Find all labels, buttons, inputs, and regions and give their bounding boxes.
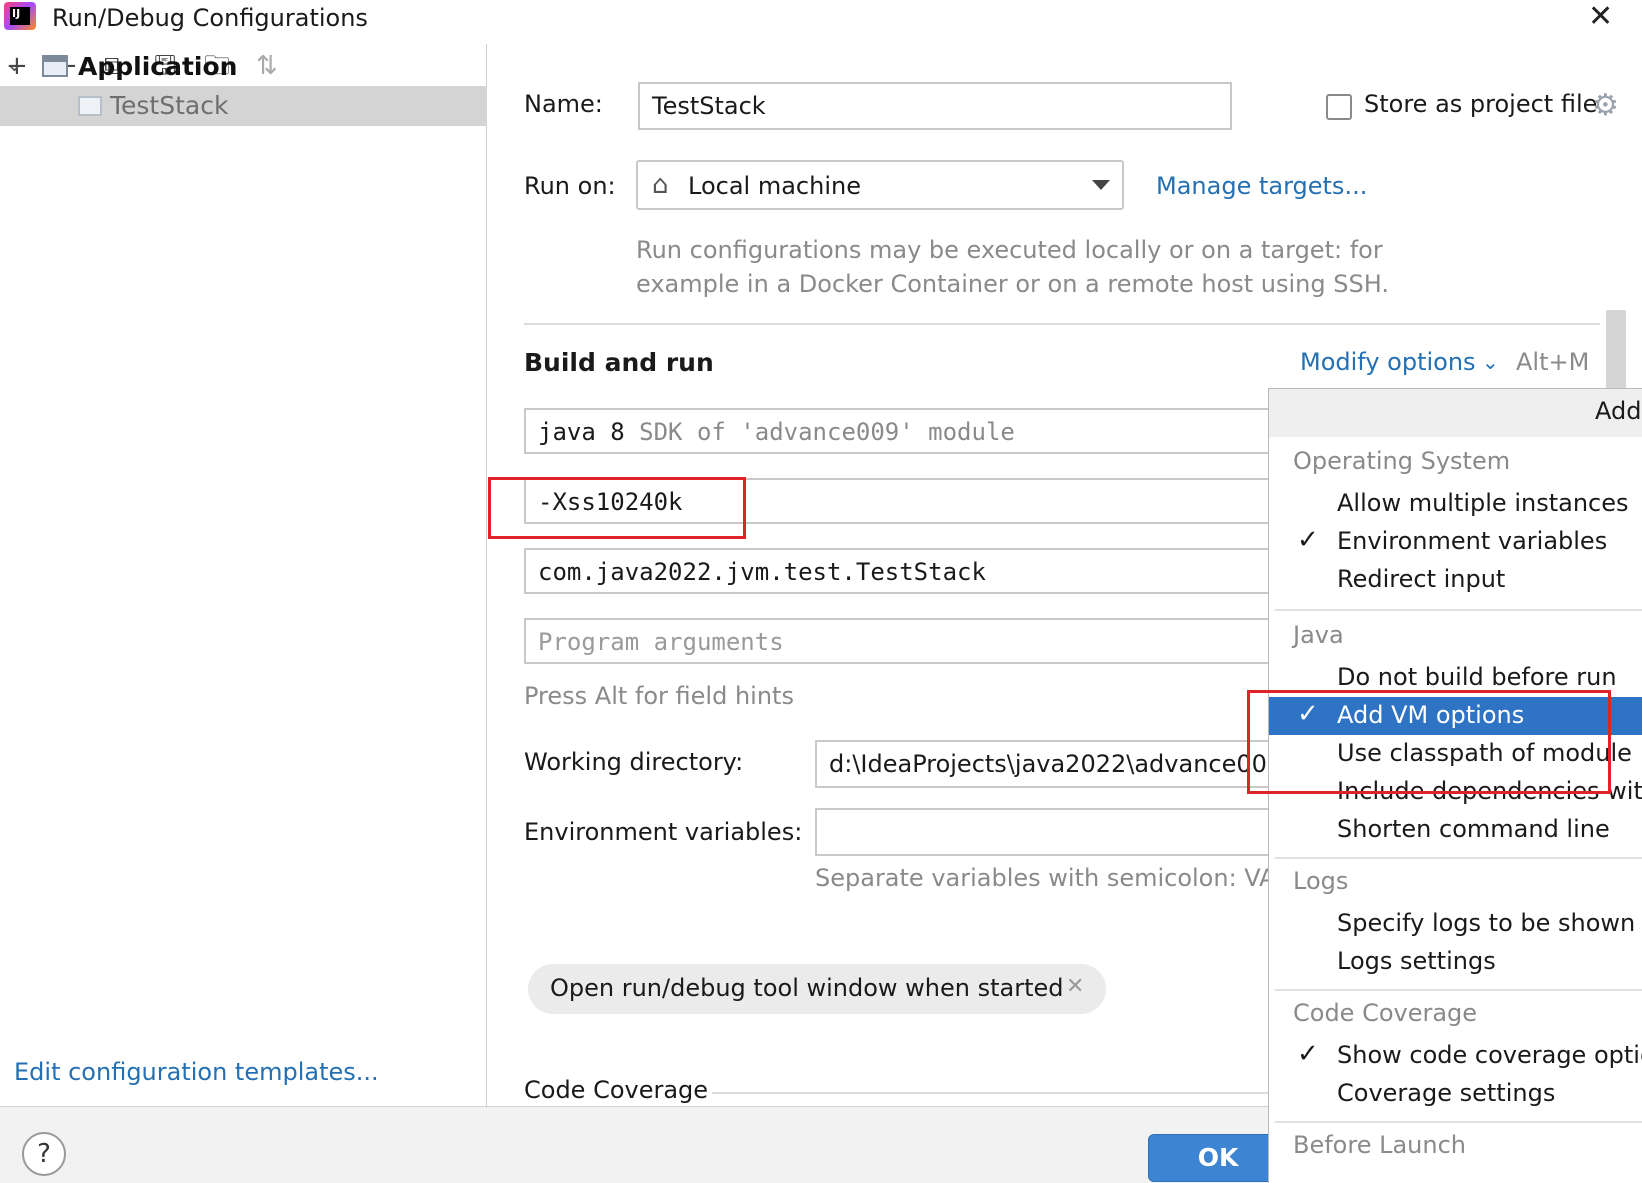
check-icon: ✓: [1297, 1039, 1319, 1069]
gear-icon[interactable]: ⚙: [1592, 88, 1619, 123]
menu-item-environment-variables[interactable]: ✓ Environment variables: [1269, 523, 1642, 561]
menu-separator: [1275, 1121, 1642, 1123]
help-button[interactable]: ?: [22, 1132, 66, 1176]
working-directory-label: Working directory:: [524, 748, 744, 776]
menu-item-label: Do not build before run: [1337, 663, 1617, 691]
menu-item-label: Coverage settings: [1337, 1079, 1556, 1107]
intellij-logo-icon: IJ: [4, 2, 36, 30]
store-project-label[interactable]: Store as project file: [1364, 90, 1597, 118]
menu-item-show-coverage-options[interactable]: ✓ Show code coverage optio: [1269, 1037, 1642, 1075]
section-divider: [524, 323, 1600, 325]
manage-targets-link[interactable]: Manage targets...: [1156, 172, 1367, 200]
menu-item-logs-settings[interactable]: Logs settings: [1269, 943, 1642, 981]
menu-item-label: Specify logs to be shown ir: [1337, 909, 1642, 937]
section-divider: [712, 1092, 1272, 1094]
application-icon: [78, 96, 102, 116]
add-vm-options-annotation-box: [1247, 690, 1611, 794]
scrollbar-thumb[interactable]: [1606, 310, 1626, 390]
code-coverage-heading: Code Coverage: [524, 1076, 709, 1104]
sort-icon[interactable]: ⇅: [256, 52, 278, 80]
group-operating-system: Operating System: [1293, 447, 1511, 475]
environment-variables-label: Environment variables:: [524, 818, 803, 846]
menu-item-label: Logs settings: [1337, 947, 1496, 975]
menu-item-label: Shorten command line: [1337, 815, 1610, 843]
vm-options-annotation-box: [488, 477, 746, 539]
window-title: Run/Debug Configurations: [52, 4, 368, 32]
working-directory-value: d:\IdeaProjects\java2022\advance009: [829, 750, 1275, 778]
menu-item-label: Allow multiple instances: [1337, 489, 1629, 517]
group-code-coverage: Code Coverage: [1293, 999, 1478, 1027]
name-label: Name:: [524, 90, 603, 118]
modify-shortcut: Alt+M: [1516, 348, 1590, 376]
menu-item-label: Show code coverage optio: [1337, 1041, 1642, 1069]
runon-hint-line-2: example in a Docker Container or on a re…: [636, 270, 1389, 298]
build-run-heading: Build and run: [524, 348, 714, 377]
tree-item-label[interactable]: TestStack: [110, 91, 228, 120]
menu-item-allow-multiple-instances[interactable]: Allow multiple instances: [1269, 485, 1642, 523]
store-project-checkbox[interactable]: [1326, 94, 1352, 120]
popup-title: Add: [1595, 397, 1642, 425]
group-before-launch: Before Launch: [1293, 1131, 1467, 1159]
chip-label: Open run/debug tool window when started: [550, 974, 1064, 1002]
menu-separator: [1275, 857, 1642, 859]
run-window-option-chip[interactable]: Open run/debug tool window when started …: [528, 964, 1106, 1014]
configurations-tree-panel: + − ⧉ 🖫 🗀 ⇅: [0, 44, 487, 1106]
close-icon[interactable]: ✕: [1588, 2, 1613, 32]
jre-select[interactable]: java 8 SDK of 'advance009' module: [524, 408, 1274, 454]
close-icon[interactable]: ✕: [1066, 974, 1084, 999]
modify-options-link[interactable]: Modify options: [1300, 348, 1476, 376]
environment-variables-input[interactable]: [815, 808, 1275, 856]
application-icon: [42, 55, 68, 77]
program-arguments-placeholder: Program arguments: [538, 628, 784, 656]
jre-value: java 8 SDK of 'advance009' module: [538, 418, 1015, 446]
runon-select[interactable]: ⌂ Local machine: [636, 160, 1124, 210]
name-input[interactable]: TestStack: [638, 82, 1232, 130]
working-directory-input[interactable]: d:\IdeaProjects\java2022\advance009: [815, 740, 1275, 788]
popup-header: Add: [1269, 389, 1642, 437]
ok-button[interactable]: OK: [1148, 1134, 1288, 1182]
menu-separator: [1275, 609, 1642, 611]
main-class-input[interactable]: com.java2022.jvm.test.TestStack: [524, 548, 1274, 594]
main-class-value: com.java2022.jvm.test.TestStack: [538, 558, 986, 586]
check-icon: ✓: [1297, 525, 1319, 555]
runon-hint-line-1: Run configurations may be executed local…: [636, 236, 1383, 264]
home-icon: ⌂: [652, 170, 669, 200]
field-hints-text: Press Alt for field hints: [524, 682, 794, 710]
program-arguments-input[interactable]: Program arguments: [524, 618, 1274, 664]
runon-value: Local machine: [688, 172, 861, 200]
menu-item-label: Environment variables: [1337, 527, 1608, 555]
menu-item-label: Redirect input: [1337, 565, 1506, 593]
menu-item-redirect-input[interactable]: Redirect input: [1269, 561, 1642, 599]
chevron-down-icon[interactable]: ⌄: [6, 52, 23, 76]
edit-templates-link[interactable]: Edit configuration templates...: [14, 1058, 379, 1086]
group-java: Java: [1293, 621, 1344, 649]
name-value: TestStack: [652, 92, 766, 120]
menu-item-coverage-settings[interactable]: Coverage settings: [1269, 1075, 1642, 1113]
menu-separator: [1275, 989, 1642, 991]
tree-group-application[interactable]: Application: [78, 52, 237, 81]
tree-item-teststack[interactable]: [0, 86, 487, 126]
menu-item-shorten-command-line[interactable]: Shorten command line: [1269, 811, 1642, 849]
menu-item-specify-logs[interactable]: Specify logs to be shown ir: [1269, 905, 1642, 943]
runon-label: Run on:: [524, 172, 616, 200]
dropdown-arrow-icon: [1092, 180, 1110, 190]
environment-variables-hint: Separate variables with semicolon: VAR: [815, 864, 1293, 892]
group-logs: Logs: [1293, 867, 1349, 895]
chevron-down-icon[interactable]: ⌄: [1482, 350, 1499, 374]
